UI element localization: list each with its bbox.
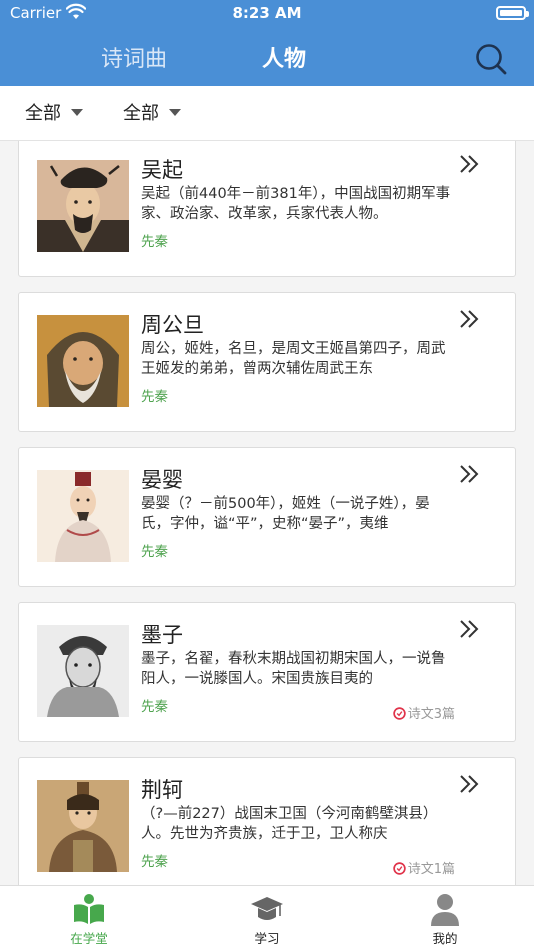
filter-dropdown-1[interactable]: 全部 [25,86,83,140]
double-chevron-right-icon[interactable] [459,464,479,484]
person-card[interactable]: 墨子 墨子，名翟，春秋末期战国初期宋国人，一说鲁阳人，一说滕国人。宋国贵族目夷的… [18,602,516,742]
person-icon [431,894,459,926]
battery-icon [496,6,529,20]
portrait-image [37,315,129,407]
person-description: 晏婴（？－前500年），姬姓（一说子姓），晏氏，字仲，谥“平”，史称“晏子”，夷… [141,496,430,532]
book-icon [74,894,104,924]
person-card[interactable]: 荆轲 （?—前227）战国末卫国（今河南鹤壁淇县）人。先世为齐贵族，迁于卫，卫人… [18,757,516,885]
filter-label: 全部 [25,103,61,124]
caret-down-icon [169,108,181,116]
filter-dropdown-2[interactable]: 全部 [123,86,181,140]
portrait-image [37,625,129,717]
person-name: 晏婴 [141,468,183,492]
portrait-image [37,160,129,252]
person-card[interactable]: 吴起 吴起（前440年－前381年），中国战国初期军事家、政治家、改革家，兵家代… [18,141,516,277]
clock-icon [392,707,406,720]
caret-down-icon [71,108,83,116]
person-description: 墨子，名翟，春秋末期战国初期宋国人，一说鲁阳人，一说滕国人。宋国贵族目夷的 [141,651,446,687]
tab-label: 在学堂 [70,931,108,946]
tab-mine[interactable]: 我的 [385,886,505,950]
person-dynasty: 先秦 [141,234,168,250]
people-list: 吴起 吴起（前440年－前381年），中国战国初期军事家、政治家、改革家，兵家代… [0,141,534,885]
person-name: 吴起 [141,158,183,182]
filter-label: 全部 [123,103,159,124]
person-description: （?—前227）战国末卫国（今河南鹤壁淇县）人。先世为齐贵族，迁于卫，卫人称庆 [141,806,438,842]
double-chevron-right-icon[interactable] [459,309,479,329]
double-chevron-right-icon[interactable] [459,774,479,794]
poem-count-label: 诗文1篇 [407,862,455,877]
bottom-tab-bar: 在学堂 学习 我的 [0,885,534,950]
status-bar: Carrier 8:23 AM [0,0,534,28]
tab-label: 我的 [432,931,458,946]
person-dynasty: 先秦 [141,389,168,405]
person-dynasty: 先秦 [141,699,168,715]
tab-poetry[interactable]: 诗词曲 [101,44,167,76]
person-dynasty: 先秦 [141,854,168,870]
double-chevron-right-icon[interactable] [459,154,479,174]
person-description: 吴起（前440年－前381年），中国战国初期军事家、政治家、改革家，兵家代表人物… [141,186,451,222]
app-screen: Carrier 8:23 AM 诗词曲 人物 全部 全部 吴起 吴起（前440年… [0,0,534,950]
tab-label: 学习 [254,931,280,946]
poem-count-badge: 诗文1篇 [392,858,455,877]
person-name: 墨子 [141,623,183,647]
poem-count-label: 诗文3篇 [407,707,455,722]
double-chevron-right-icon[interactable] [459,619,479,639]
clock-icon [392,862,406,875]
portrait-image [37,780,129,872]
person-dynasty: 先秦 [141,544,168,560]
tab-people[interactable]: 人物 [262,44,306,76]
tab-zaixuetang[interactable]: 在学堂 [29,886,149,950]
app-header: Carrier 8:23 AM 诗词曲 人物 [0,0,534,86]
status-time: 8:23 AM [232,4,302,22]
graduation-cap-icon [251,897,283,920]
portrait-image [37,470,129,562]
tab-study[interactable]: 学习 [207,886,327,950]
filter-bar: 全部 全部 [0,86,534,141]
person-description: 周公，姬姓，名旦，是周文王姬昌第四子，周武王姬发的弟弟，曾两次辅佐周武王东 [141,341,446,377]
person-name: 周公旦 [141,313,204,337]
person-card[interactable]: 周公旦 周公，姬姓，名旦，是周文王姬昌第四子，周武王姬发的弟弟，曾两次辅佐周武王… [18,292,516,432]
poem-count-badge: 诗文3篇 [392,703,455,722]
search-icon[interactable] [474,42,508,76]
person-card[interactable]: 晏婴 晏婴（？－前500年），姬姓（一说子姓），晏氏，字仲，谥“平”，史称“晏子… [18,447,516,587]
person-name: 荆轲 [141,778,183,802]
